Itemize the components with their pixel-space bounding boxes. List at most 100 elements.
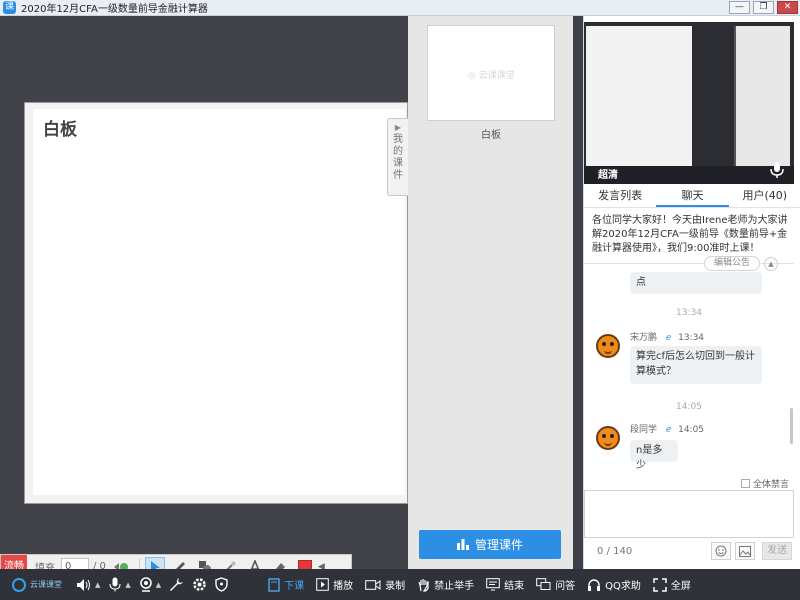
finish-button[interactable]: 结束 [480,569,530,600]
chat-timestamp: 13:34 [676,308,702,318]
image-upload-button[interactable] [735,542,755,560]
chat-message-bubble: 算完cf后怎么切回到一般计算模式？ [630,346,762,384]
char-count: 0 / 140 [597,546,633,557]
video-screen-secondary [734,26,790,166]
chat-message-bubble: 点 [630,272,762,294]
brand-icon [12,577,26,592]
chat-message-bubble: n是多少 [630,440,678,471]
finish-label: 结束 [504,581,525,592]
courseware-thumbnail-label: 白板 [481,130,501,141]
tab-users[interactable]: 用户(40) [729,186,800,207]
chat-timestamp: 14:05 [676,402,702,412]
book-icon [268,577,280,592]
chat-sender-time: 13:34 [678,333,705,343]
shield-icon [215,577,228,592]
window-controls: — ❐ ✕ [729,1,798,14]
manage-courseware-label: 管理课件 [474,538,523,552]
microphone-icon[interactable] [768,161,786,179]
webcam-icon [140,577,152,592]
security-button[interactable] [211,569,232,600]
fullscreen-icon [653,577,667,592]
whiteboard-title: 白板 [43,120,77,140]
mute-all-checkbox[interactable] [741,479,750,488]
brand-name: 云课课堂 [30,580,62,589]
chat-sender-time: 14:05 [678,425,705,435]
speaker-icon [77,578,90,591]
teacher-video[interactable]: 超清 [584,22,794,184]
avatar [596,426,620,450]
restore-button[interactable]: ❐ [753,1,774,14]
announcement-divider [584,263,794,264]
send-button[interactable]: 发送 [762,542,792,560]
video-screen-content [586,26,692,166]
tab-chat[interactable]: 聊天 [656,186,729,207]
finish-icon [486,578,500,591]
mute-all-toggle[interactable]: 全体禁言 [741,477,789,490]
courseware-thumbnail[interactable]: ◎ 云课课堂 [427,25,555,121]
emoji-button[interactable] [711,542,731,560]
camera-control[interactable]: ▲ [135,569,165,600]
qa-button[interactable]: 问答 [530,569,581,600]
whiteboard-canvas[interactable]: 白板 [33,109,405,495]
chat-message-text: n是多少 [636,445,663,471]
disable-raise-hand-button[interactable]: 禁止举手 [411,569,480,600]
chat-message-text: 算完cf后怎么切回到一般计算模式？ [636,351,756,377]
record-button[interactable]: 录制 [359,569,411,600]
gear-icon [193,578,206,591]
chat-sender-name: 段同学 [630,425,658,435]
fullscreen-button[interactable]: 全屏 [647,569,697,600]
close-button[interactable]: ✕ [777,1,798,14]
wrench-icon [170,578,184,591]
chat-scrollbar[interactable] [790,408,793,444]
fullscreen-label: 全屏 [670,581,691,592]
chat-sender-name: 宋万鹏 [630,333,658,343]
record-label: 录制 [385,581,406,592]
end-class-button[interactable]: 下课 [262,569,310,600]
image-icon [739,545,751,557]
whiteboard[interactable]: 白板 [24,102,408,504]
qa-label: 问答 [555,581,576,592]
brand-logo: 云课课堂 [12,577,72,592]
play-button[interactable]: 播放 [310,569,359,600]
chat-input[interactable] [584,490,794,538]
avatar [596,334,620,358]
video-quality-label[interactable]: 超清 [598,166,618,181]
qq-help-label: QQ求助 [605,581,641,592]
caret-up-icon: ▲ [125,580,131,589]
stage-area: 白板 ▶ 我的课件 流畅 填充 / 0 ◀ [0,16,408,579]
right-panel: 超清 发言列表 聊天 用户(40) 各位同学大家好！今天由Irene老师为大家讲… [583,16,800,569]
settings-button[interactable] [188,569,211,600]
chat-bubble-icon [536,578,551,590]
play-label: 播放 [333,581,354,592]
video-camera-icon [365,579,381,590]
end-class-label: 下课 [284,581,305,592]
microphone-control[interactable]: ▲ [104,569,134,600]
tab-speak-list[interactable]: 发言列表 [584,186,656,207]
my-courseware-tab[interactable]: ▶ 我的课件 [387,118,408,196]
minimize-button[interactable]: — [729,1,750,14]
ie-browser-icon: ℯ [665,425,672,435]
speaker-control[interactable]: ▲ [72,569,104,600]
caret-right-icon: ▶ [394,123,402,132]
mute-all-label: 全体禁言 [753,480,790,490]
title-bar: 课 2020年12月CFA一级数量前导金融计算器 — ❐ ✕ [0,0,800,16]
microphone-icon [109,577,121,592]
caret-up-icon: ▲ [155,580,162,589]
chat-sender-row: 宋万鹏 ℯ 13:34 [630,330,704,343]
app-icon: 课 [3,1,16,14]
caret-up-icon: ▲ [95,580,101,589]
disable-raise-hand-label: 禁止举手 [434,581,475,592]
announcement-text: 各位同学大家好！今天由Irene老师为大家讲解2020年12月CFA一级前导《数… [592,215,788,254]
bar-chart-icon [456,539,469,550]
bottom-toolbar: 云课课堂 ▲ ▲ ▲ 下课 播放 录制 禁止举手 结束 问答 QQ求助 全屏 [0,569,800,600]
hand-icon [418,578,429,592]
smiley-icon [715,545,727,557]
my-courseware-label: 我的课件 [393,134,403,181]
play-icon [316,578,329,591]
tools-button[interactable] [165,569,188,600]
qq-help-button[interactable]: QQ求助 [581,569,647,600]
manage-courseware-button[interactable]: 管理课件 [419,530,561,559]
headset-icon [588,578,601,591]
chat-sender-row: 段同学 ℯ 14:05 [630,422,704,435]
panel-tabs: 发言列表 聊天 用户(40) [584,186,800,208]
